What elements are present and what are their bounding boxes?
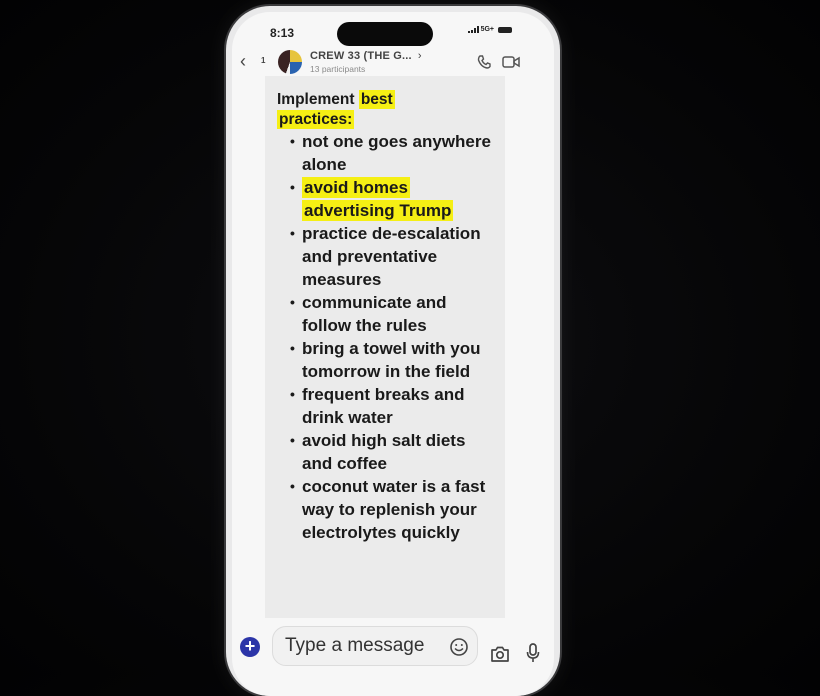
phone-screen: 8:13 5G+ ‹ 1 CREW 33 (THE G... › 13 parti… (232, 12, 554, 696)
bullet: • (290, 179, 295, 195)
bullet: • (290, 340, 295, 356)
chat-title-text: CREW 33 (THE G... (310, 50, 412, 62)
list-item: • coconut water is a fast way to replenis… (290, 475, 495, 544)
microphone-icon[interactable] (526, 643, 540, 663)
network-type: 5G+ (480, 26, 494, 33)
status-indicators: 5G+ (467, 26, 512, 33)
practices-list: • not one goes anywhere alone • avoid home… (275, 130, 495, 544)
highlighted-text: practices: (277, 110, 355, 129)
cellular-signal-icon (467, 26, 479, 33)
group-avatar[interactable] (278, 50, 302, 74)
battery-icon (498, 26, 512, 33)
phone-frame: 8:13 5G+ ‹ 1 CREW 33 (THE G... › 13 parti… (226, 6, 560, 696)
status-time: 8:13 (270, 26, 295, 40)
message-bubble[interactable]: Implement best practices: • not one goes … (265, 76, 505, 618)
chat-title[interactable]: CREW 33 (THE G... › (310, 50, 422, 62)
bullet: • (290, 225, 295, 241)
camera-icon[interactable] (490, 645, 510, 663)
list-item: • communicate and follow the rules (290, 291, 495, 337)
list-item: • avoid high salt diets and coffee (290, 429, 495, 475)
list-item: • not one goes anywhere alone (290, 130, 495, 176)
list-item-text: practice de-escalation and preventative … (302, 224, 481, 289)
video-camera-icon[interactable] (502, 55, 520, 69)
list-item-text: bring a towel with you tomorrow in the f… (302, 339, 481, 381)
list-item: • frequent breaks and drink water (290, 383, 495, 429)
dynamic-island (337, 22, 433, 46)
intro-text: Implement (277, 91, 359, 108)
list-item-text: coconut water is a fast way to replenish… (302, 477, 486, 542)
message-intro: Implement best practices: (277, 90, 495, 130)
list-item: • practice de-escalation and preventative… (290, 222, 495, 291)
back-button[interactable]: ‹ (240, 51, 246, 72)
bullet: • (290, 133, 295, 149)
add-attachment-button[interactable]: + (240, 637, 260, 657)
bullet: • (290, 386, 295, 402)
participants-count: 13 participants (310, 64, 366, 74)
list-item-text-highlighted: avoid homes advertising Trump (302, 177, 454, 221)
unread-count: 1 (261, 56, 266, 65)
bullet: • (290, 478, 295, 494)
list-item-text: communicate and follow the rules (302, 293, 447, 335)
composer-bar: + (232, 622, 554, 676)
smiley-icon[interactable] (449, 637, 469, 657)
list-item: • bring a towel with you tomorrow in the … (290, 337, 495, 383)
highlighted-text: best (358, 90, 395, 109)
list-item-text: frequent breaks and drink water (302, 385, 465, 427)
bullet: • (290, 432, 295, 448)
list-item-text: not one goes anywhere alone (302, 132, 491, 174)
message-input-container[interactable] (272, 626, 478, 666)
chevron-right-icon: › (417, 50, 422, 62)
list-item-text: avoid high salt diets and coffee (302, 431, 466, 473)
list-item: • avoid homes advertising Trump (290, 176, 495, 222)
bullet: • (290, 294, 295, 310)
phone-icon[interactable] (476, 54, 492, 70)
message-input[interactable] (283, 634, 437, 658)
